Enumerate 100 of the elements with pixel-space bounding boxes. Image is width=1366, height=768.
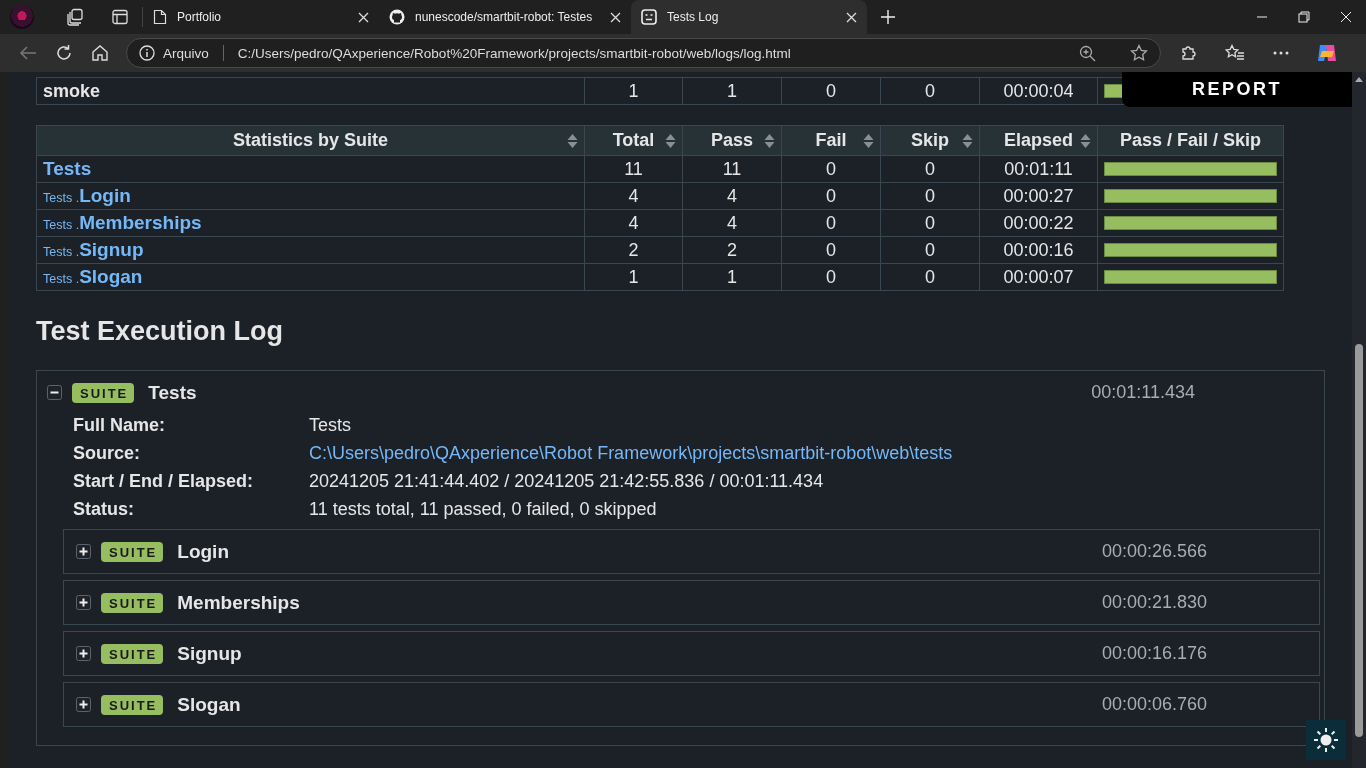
table-cell: 2 bbox=[682, 236, 782, 264]
theme-toggle[interactable] bbox=[1306, 720, 1346, 760]
suite-link[interactable]: Tests bbox=[43, 158, 92, 179]
cat-icon bbox=[389, 9, 405, 25]
meta-label: Start / End / Elapsed: bbox=[73, 470, 255, 492]
profile-avatar[interactable] bbox=[10, 5, 34, 29]
table-cell: 0 bbox=[781, 77, 881, 105]
suite-name[interactable]: Memberships bbox=[177, 591, 300, 614]
close-icon[interactable] bbox=[846, 11, 857, 23]
suite-row[interactable]: SUITE Memberships 00:00:21.830 bbox=[63, 580, 1320, 625]
table-cell: 2 bbox=[584, 236, 683, 264]
table-cell: 00:01:11 bbox=[979, 155, 1098, 183]
suite-link[interactable]: Tests .Memberships bbox=[43, 212, 202, 233]
sun-icon bbox=[1313, 727, 1339, 753]
suite-badge: SUITE bbox=[101, 541, 164, 562]
sort-icon[interactable] bbox=[764, 132, 775, 149]
restore-icon[interactable] bbox=[1298, 11, 1310, 23]
expand-icon[interactable] bbox=[76, 697, 91, 712]
column-header[interactable]: Skip bbox=[880, 125, 980, 156]
table-cell: 11 bbox=[682, 155, 782, 183]
table-cell: 4 bbox=[584, 182, 683, 210]
workspaces-icon[interactable] bbox=[66, 8, 84, 26]
info-icon[interactable] bbox=[139, 45, 155, 61]
elapsed-time: 00:00:16.176 bbox=[1101, 643, 1207, 664]
new-tab-icon[interactable] bbox=[881, 10, 895, 24]
scheme-label: Arquivo bbox=[163, 45, 209, 61]
meta-value: 11 tests total, 11 passed, 0 failed, 0 skipped bbox=[309, 498, 658, 520]
table-cell: 0 bbox=[880, 263, 980, 291]
table-cell: 00:00:22 bbox=[979, 209, 1098, 237]
reload-icon[interactable] bbox=[55, 44, 73, 62]
table-cell: 4 bbox=[682, 209, 782, 237]
sort-icon[interactable] bbox=[863, 132, 874, 149]
robot-icon bbox=[641, 9, 657, 25]
column-header[interactable]: Statistics by Suite bbox=[36, 125, 585, 156]
star-icon[interactable] bbox=[1130, 44, 1148, 62]
suite-link[interactable]: Tests .Signup bbox=[43, 239, 144, 260]
browser-tab[interactable]: nunescode/smartbit-robot: Testes bbox=[379, 0, 631, 34]
suite-row[interactable]: SUITE Signup 00:00:16.176 bbox=[63, 631, 1320, 676]
meta-label: Status: bbox=[73, 498, 135, 520]
suite-link[interactable]: Tests .Login bbox=[43, 185, 131, 206]
table-cell: 1 bbox=[584, 77, 683, 105]
suite-badge: SUITE bbox=[101, 592, 164, 613]
elapsed-time: 00:00:21.830 bbox=[1101, 592, 1207, 613]
expand-icon[interactable] bbox=[76, 646, 91, 661]
more-icon[interactable] bbox=[1273, 51, 1289, 55]
sort-icon[interactable] bbox=[665, 132, 676, 149]
sort-icon[interactable] bbox=[1080, 132, 1091, 149]
table-cell: 0 bbox=[781, 155, 881, 183]
table-cell: 0 bbox=[880, 155, 980, 183]
column-header[interactable]: Elapsed bbox=[979, 125, 1098, 156]
table-cell: 00:00:07 bbox=[979, 263, 1098, 291]
zoom-icon[interactable] bbox=[1079, 44, 1096, 62]
column-header[interactable]: Pass bbox=[682, 125, 782, 156]
column-header[interactable]: Fail bbox=[781, 125, 881, 156]
back-icon[interactable] bbox=[19, 45, 37, 61]
copilot-icon[interactable] bbox=[1316, 42, 1338, 64]
expand-icon[interactable] bbox=[76, 595, 91, 610]
table-cell: 00:00:27 bbox=[979, 182, 1098, 210]
table-cell: 0 bbox=[880, 236, 980, 264]
suite-name[interactable]: Tests bbox=[148, 381, 197, 404]
puzzle-icon[interactable] bbox=[1180, 44, 1198, 62]
column-header[interactable]: Total bbox=[584, 125, 683, 156]
expand-icon[interactable] bbox=[76, 544, 91, 559]
table-cell: 0 bbox=[781, 236, 881, 264]
suite-link[interactable]: Tests .Slogan bbox=[43, 266, 143, 287]
meta-value: Tests bbox=[309, 414, 352, 436]
address-bar[interactable]: Arquivo C:/Users/pedro/QAxperience/Robot%20Framework/projects/smartbit-robot/web/logs/log.html bbox=[126, 38, 1161, 68]
sort-icon[interactable] bbox=[567, 132, 578, 149]
suite-name[interactable]: Login bbox=[177, 540, 229, 563]
browser-tab[interactable]: Portfolio bbox=[143, 0, 379, 34]
home-icon[interactable] bbox=[91, 44, 109, 62]
source-link[interactable]: C:\Users\pedro\QAxperience\Robot Framework\projects\smartbit-robot\web\tests bbox=[309, 443, 953, 463]
table-cell: 11 bbox=[584, 155, 683, 183]
meta-label: Full Name: bbox=[73, 414, 166, 436]
close-icon[interactable] bbox=[1340, 11, 1352, 23]
table-cell: 1 bbox=[682, 263, 782, 291]
favorites-icon[interactable] bbox=[1225, 44, 1245, 62]
suite-row[interactable]: SUITE Login 00:00:26.566 bbox=[63, 529, 1320, 574]
table-cell: 0 bbox=[781, 263, 881, 291]
sort-icon[interactable] bbox=[962, 132, 973, 149]
table-cell: 1 bbox=[682, 77, 782, 105]
browser-tab[interactable]: Tests Log bbox=[631, 0, 867, 34]
table-cell: 4 bbox=[682, 182, 782, 210]
table-cell: 0 bbox=[781, 182, 881, 210]
suite-row[interactable]: SUITE Slogan 00:00:06.760 bbox=[63, 682, 1320, 727]
report-link[interactable]: REPORT bbox=[1122, 72, 1352, 107]
table-cell: 00:00:16 bbox=[979, 236, 1098, 264]
table-cell: 1 bbox=[584, 263, 683, 291]
collapse-icon[interactable] bbox=[47, 385, 62, 400]
suite-badge: SUITE bbox=[101, 694, 164, 715]
suite-name[interactable]: Signup bbox=[177, 642, 242, 665]
tab-actions-icon[interactable] bbox=[112, 9, 128, 25]
close-icon[interactable] bbox=[610, 11, 621, 23]
table-cell: 0 bbox=[880, 209, 980, 237]
column-header[interactable]: Pass / Fail / Skip bbox=[1097, 125, 1284, 156]
meta-value: 20241205 21:41:44.402 / 20241205 21:42:55.836 / 00:01:11.434 bbox=[309, 470, 825, 492]
suite-name[interactable]: Slogan bbox=[177, 693, 241, 716]
close-icon[interactable] bbox=[358, 11, 369, 23]
scrollbar[interactable] bbox=[1352, 72, 1366, 768]
table-cell: 0 bbox=[880, 77, 980, 105]
